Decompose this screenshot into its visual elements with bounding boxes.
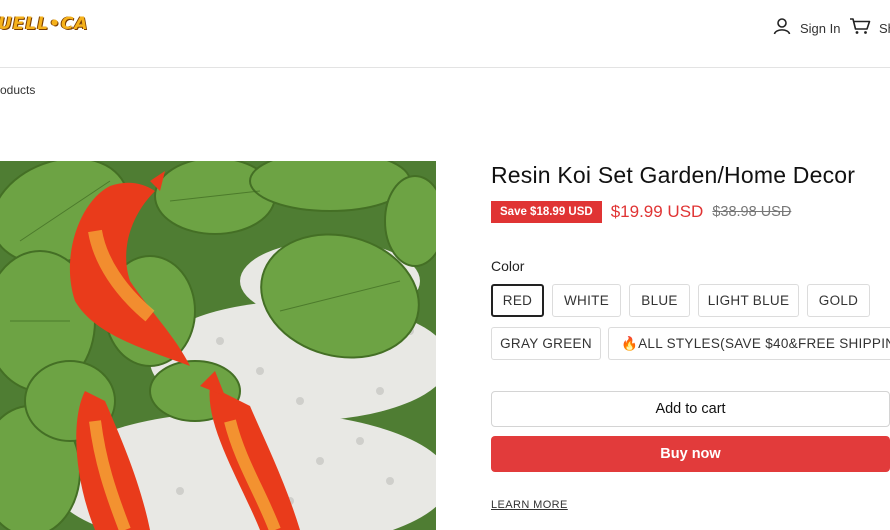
color-option-all-styles[interactable]: 🔥ALL STYLES(SAVE $40&FREE SHIPPING) [608, 327, 890, 360]
color-option-red[interactable]: RED [491, 284, 544, 317]
store-logo[interactable]: UELL•CA [0, 14, 89, 34]
add-to-cart-button[interactable]: Add to cart [491, 391, 890, 427]
cart-link[interactable]: Sh [849, 17, 890, 40]
user-icon [773, 17, 791, 40]
breadcrumb[interactable]: roducts [0, 83, 35, 97]
color-option-gold[interactable]: GOLD [807, 284, 870, 317]
site-header: UELL•CA Sign In Sh [0, 0, 890, 68]
color-option-label: Color [491, 258, 525, 274]
learn-more-link[interactable]: LEARN MORE [491, 499, 568, 511]
sale-badge: Save $18.99 USD [491, 201, 602, 223]
compare-at-price: $38.98 USD [712, 204, 792, 220]
cart-label: Sh [879, 21, 890, 36]
price-row: Save $18.99 USD $19.99 USD $38.98 USD [491, 201, 791, 223]
buy-now-button[interactable]: Buy now [491, 436, 890, 472]
color-option-white[interactable]: WHITE [552, 284, 621, 317]
product-image[interactable] [0, 161, 436, 530]
color-option-blue[interactable]: BLUE [629, 284, 690, 317]
shopping-cart-icon [849, 17, 871, 40]
sign-in-label: Sign In [800, 21, 841, 36]
sale-price: $19.99 USD [610, 202, 704, 221]
sign-in-link[interactable]: Sign In [773, 17, 840, 40]
koi-photo-illustration [0, 161, 436, 530]
product-title: Resin Koi Set Garden/Home Decor [491, 162, 856, 188]
color-option-gray-green[interactable]: GRAY GREEN [491, 327, 601, 360]
color-option-light-blue[interactable]: LIGHT BLUE [698, 284, 799, 317]
